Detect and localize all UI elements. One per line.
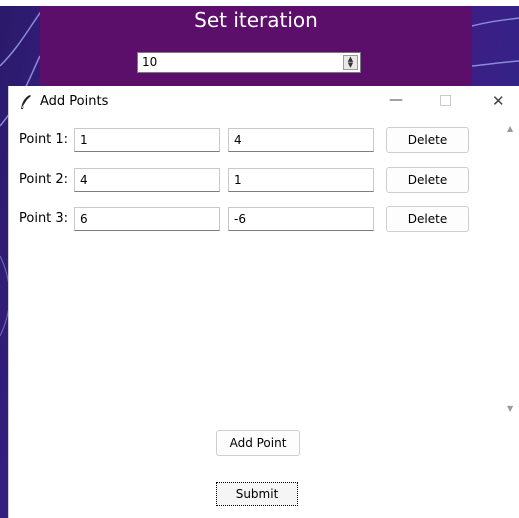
minimize-button[interactable]: — xyxy=(389,92,403,108)
point-row-2: Point 2: 4 1 Delete xyxy=(9,167,499,193)
submit-button[interactable]: Submit xyxy=(216,482,298,506)
dialog-titlebar[interactable]: Add Points — □ ✕ xyxy=(9,86,519,118)
feather-icon xyxy=(19,94,33,110)
spin-down-icon[interactable]: ▼ xyxy=(344,62,357,69)
dialog-title: Add Points xyxy=(40,94,109,109)
point-label: Point 3: xyxy=(19,211,69,226)
scroll-down-icon[interactable]: ▼ xyxy=(507,404,513,413)
point-row-1: Point 1: 1 4 Delete xyxy=(9,127,499,153)
iteration-title: Set iteration xyxy=(194,8,318,32)
maximize-button[interactable]: □ xyxy=(439,92,452,108)
delete-button[interactable]: Delete xyxy=(386,167,469,193)
scrollbar[interactable]: ▲ ▼ xyxy=(506,124,519,413)
point-x-input[interactable]: 1 xyxy=(74,128,220,152)
point-x-input[interactable]: 4 xyxy=(74,168,220,192)
point-x-input[interactable]: 6 xyxy=(74,207,220,231)
point-label: Point 1: xyxy=(19,132,69,147)
iteration-spinbox[interactable]: 10 ▲ ▼ xyxy=(137,52,361,73)
delete-button[interactable]: Delete xyxy=(386,206,469,232)
scroll-up-icon[interactable]: ▲ xyxy=(507,124,513,133)
point-row-3: Point 3: 6 -6 Delete xyxy=(9,206,499,232)
point-label: Point 2: xyxy=(19,172,69,187)
point-y-input[interactable]: 1 xyxy=(228,168,374,192)
add-points-dialog: Add Points — □ ✕ Point 1: 1 4 Delete Poi… xyxy=(8,86,519,518)
add-point-button[interactable]: Add Point xyxy=(216,430,300,456)
delete-button[interactable]: Delete xyxy=(386,127,469,153)
close-button[interactable]: ✕ xyxy=(492,92,505,110)
point-y-input[interactable]: 4 xyxy=(228,128,374,152)
iteration-value[interactable]: 10 xyxy=(142,55,157,69)
point-y-input[interactable]: -6 xyxy=(228,207,374,231)
spinbox-arrows[interactable]: ▲ ▼ xyxy=(343,55,358,70)
